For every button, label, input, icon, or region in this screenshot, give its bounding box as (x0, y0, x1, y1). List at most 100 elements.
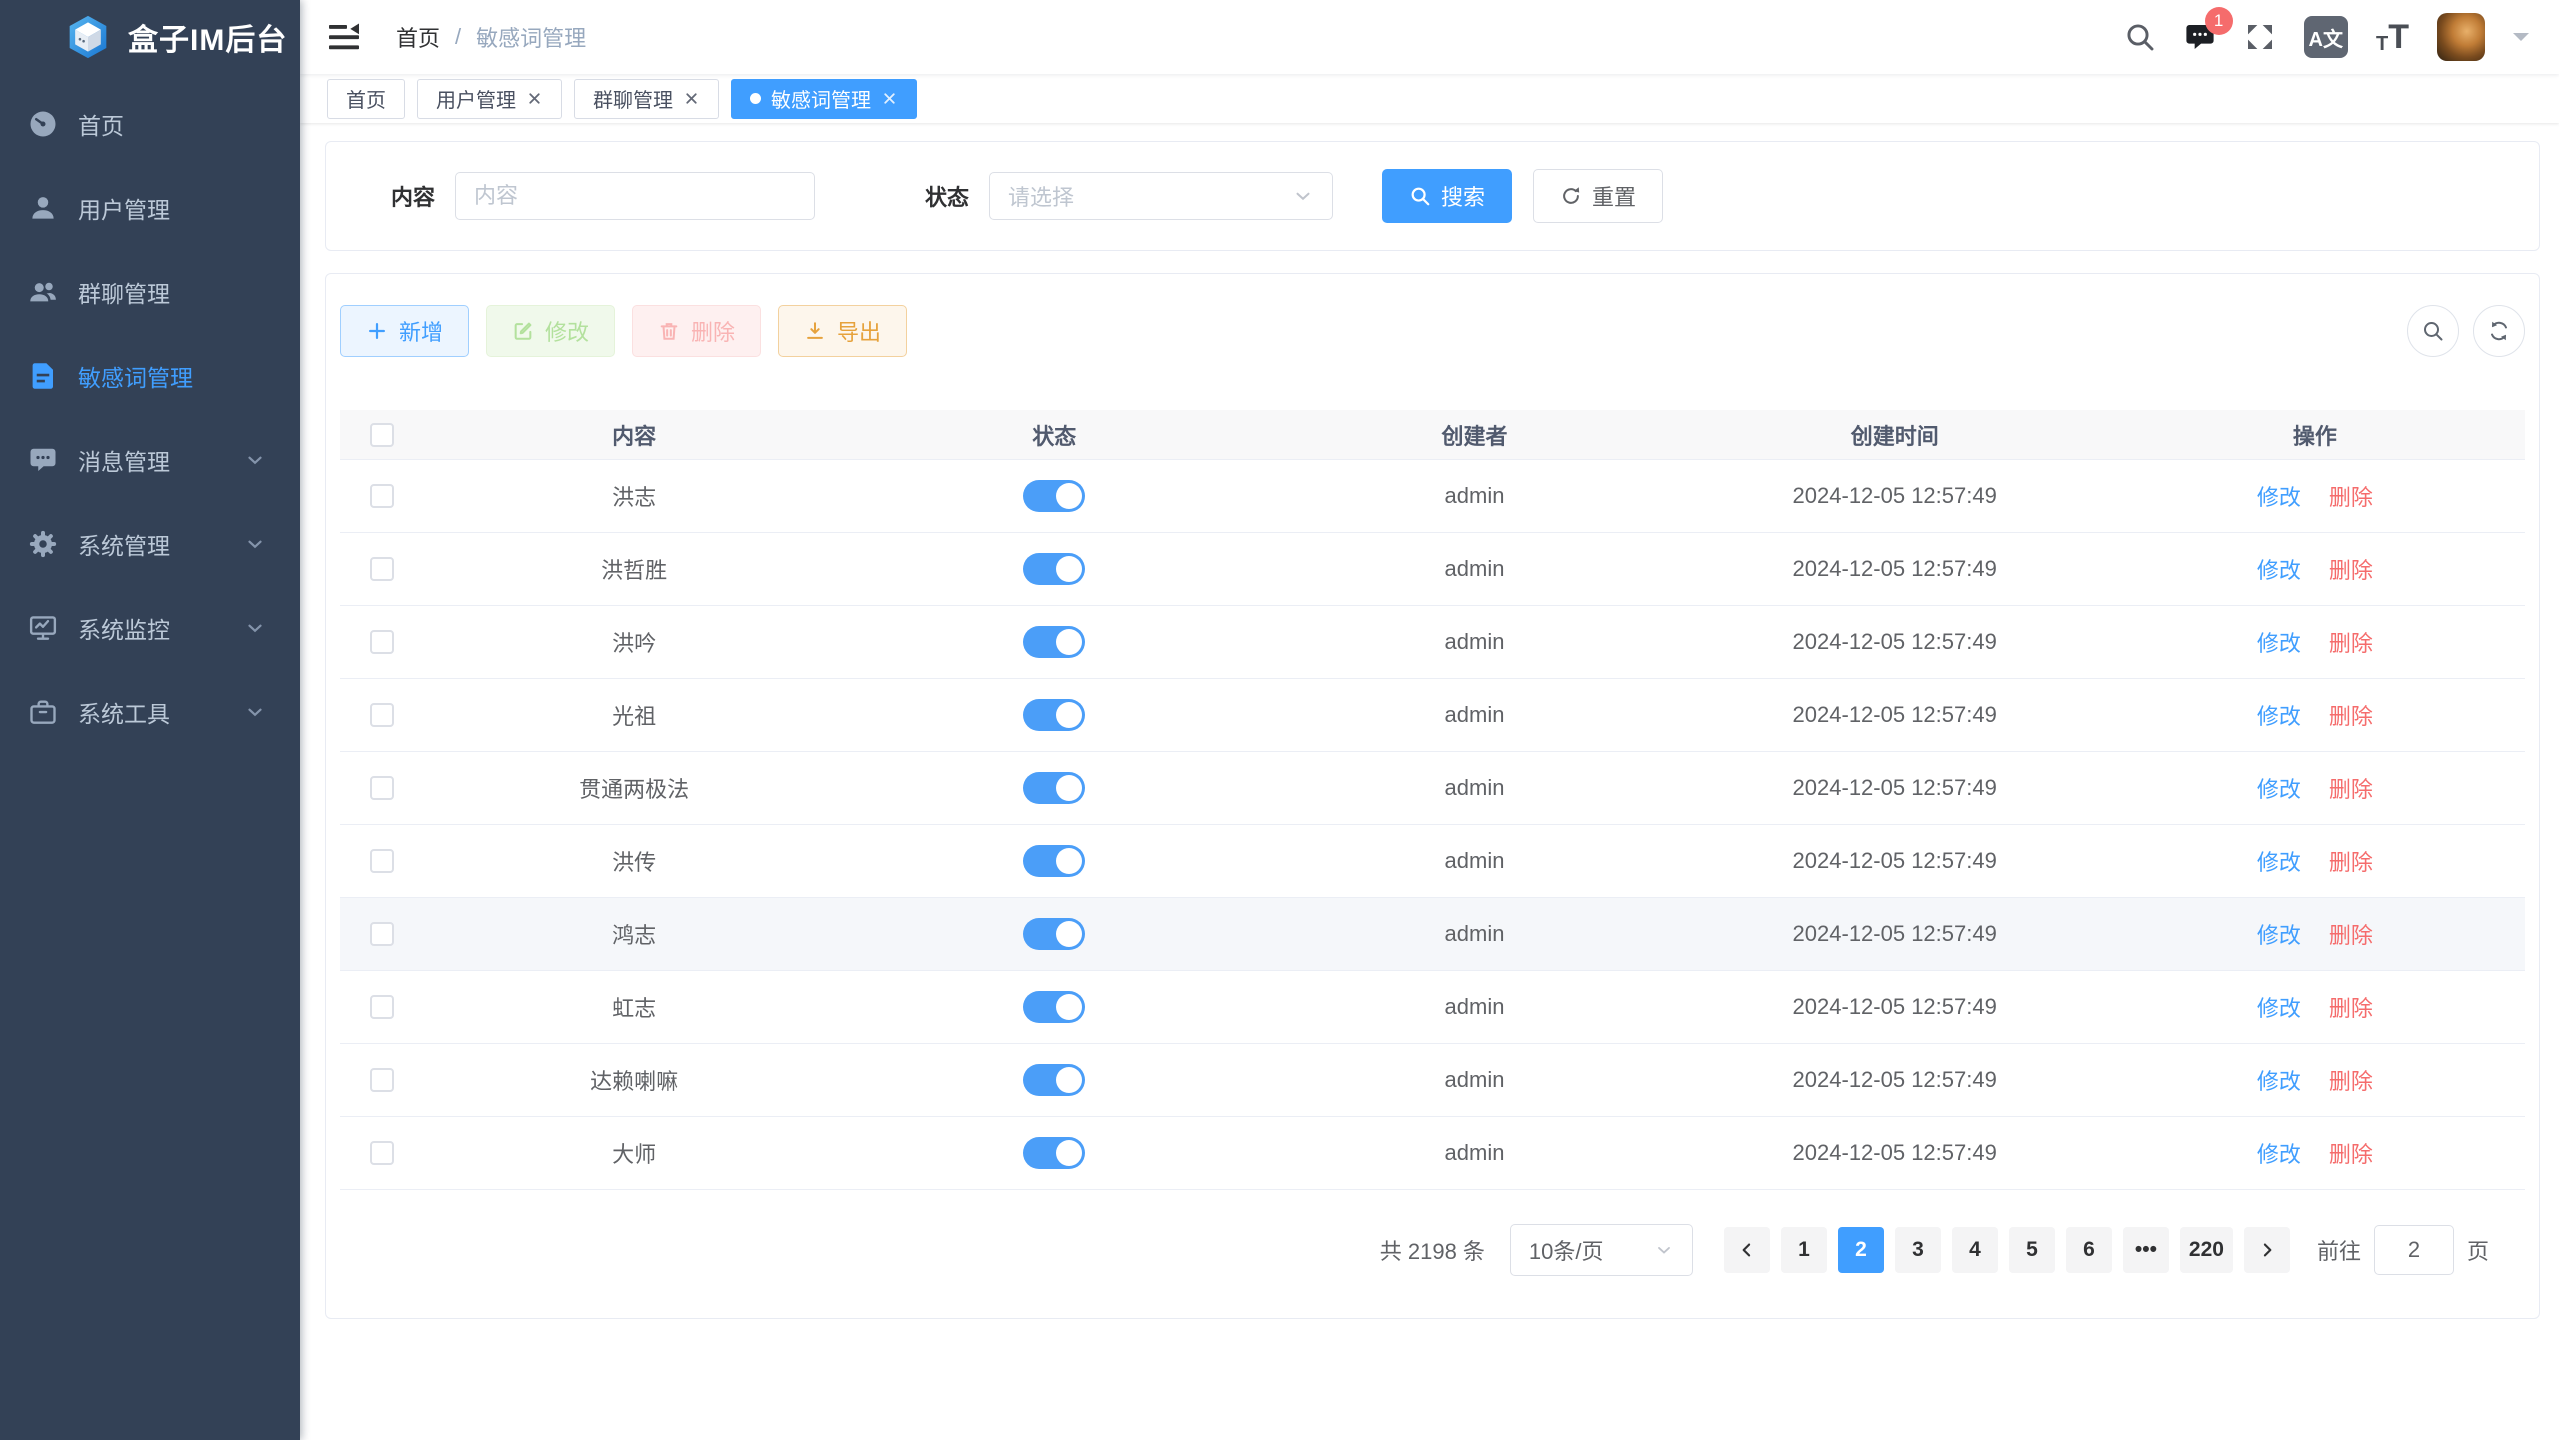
status-toggle[interactable] (1023, 772, 1085, 804)
translate-icon[interactable]: A文 (2304, 16, 2348, 58)
add-button[interactable]: 新增 (340, 305, 469, 357)
row-delete-link[interactable]: 删除 (2329, 480, 2373, 512)
row-checkbox[interactable] (370, 1068, 394, 1092)
content-filter-input[interactable] (455, 172, 815, 220)
breadcrumb-current: 敏感词管理 (476, 21, 586, 53)
export-button[interactable]: 导出 (778, 305, 907, 357)
creator-cell: admin (1264, 1140, 1684, 1166)
table-tools (2407, 305, 2525, 357)
sidebar-item-sensitive-words[interactable]: 敏感词管理 (0, 334, 300, 418)
row-edit-link[interactable]: 修改 (2257, 699, 2301, 731)
table-row: 洪吟 admin 2024-12-05 12:57:49 修改 删除 (340, 606, 2525, 679)
tab-group-management[interactable]: 群聊管理 (574, 79, 719, 119)
row-delete-link[interactable]: 删除 (2329, 553, 2373, 585)
delete-button[interactable]: 删除 (632, 305, 761, 357)
row-edit-link[interactable]: 修改 (2257, 1137, 2301, 1169)
status-toggle[interactable] (1023, 626, 1085, 658)
sidebar-item-groups[interactable]: 群聊管理 (0, 250, 300, 334)
row-checkbox[interactable] (370, 776, 394, 800)
fullscreen-icon[interactable] (2244, 21, 2276, 53)
tab-sensitive-words[interactable]: 敏感词管理 (731, 79, 917, 119)
refresh-button[interactable] (2473, 305, 2525, 357)
group-icon (28, 277, 58, 307)
close-icon[interactable] (881, 90, 898, 107)
font-size-icon[interactable]: TT (2376, 20, 2409, 54)
row-edit-link[interactable]: 修改 (2257, 626, 2301, 658)
pager-page-button[interactable]: 220 (2180, 1227, 2233, 1273)
row-edit-link[interactable]: 修改 (2257, 772, 2301, 804)
search-button[interactable]: 搜索 (1382, 169, 1512, 223)
tab-home[interactable]: 首页 (327, 79, 405, 119)
row-checkbox[interactable] (370, 922, 394, 946)
row-checkbox[interactable] (370, 849, 394, 873)
sidebar-item-messages[interactable]: 消息管理 (0, 418, 300, 502)
row-delete-link[interactable]: 删除 (2329, 991, 2373, 1023)
row-checkbox[interactable] (370, 995, 394, 1019)
row-checkbox[interactable] (370, 630, 394, 654)
row-delete-link[interactable]: 删除 (2329, 1064, 2373, 1096)
breadcrumb-home[interactable]: 首页 (396, 21, 440, 53)
status-toggle[interactable] (1023, 991, 1085, 1023)
row-edit-link[interactable]: 修改 (2257, 991, 2301, 1023)
pager-next-button[interactable] (2244, 1227, 2290, 1273)
row-edit-link[interactable]: 修改 (2257, 845, 2301, 877)
sidebar-item-label: 系统监控 (78, 611, 170, 645)
select-all-checkbox[interactable] (370, 423, 394, 447)
row-checkbox[interactable] (370, 1141, 394, 1165)
pager-more-button[interactable]: ••• (2123, 1227, 2169, 1273)
sidebar-item-system-admin[interactable]: 系统管理 (0, 502, 300, 586)
row-checkbox[interactable] (370, 484, 394, 508)
pager-prev-button[interactable] (1724, 1227, 1770, 1273)
pager-page-button[interactable]: 1 (1781, 1227, 1827, 1273)
status-toggle[interactable] (1023, 845, 1085, 877)
show-search-button[interactable] (2407, 305, 2459, 357)
row-delete-link[interactable]: 删除 (2329, 626, 2373, 658)
pager-page-button-active[interactable]: 2 (1838, 1227, 1884, 1273)
close-icon[interactable] (526, 90, 543, 107)
app-logo: 盒子IM后台 (0, 0, 300, 74)
row-edit-link[interactable]: 修改 (2257, 480, 2301, 512)
pager-page-button[interactable]: 4 (1952, 1227, 1998, 1273)
status-filter-select[interactable]: 请选择 (989, 172, 1333, 220)
sidebar-item-system-monitor[interactable]: 系统监控 (0, 586, 300, 670)
row-delete-link[interactable]: 删除 (2329, 1137, 2373, 1169)
goto-page: 前往 页 (2317, 1225, 2489, 1275)
row-delete-link[interactable]: 删除 (2329, 918, 2373, 950)
edit-button[interactable]: 修改 (486, 305, 615, 357)
status-toggle[interactable] (1023, 918, 1085, 950)
message-notifications-button[interactable]: 1 (2184, 21, 2216, 53)
status-toggle[interactable] (1023, 553, 1085, 585)
sidebar-item-users[interactable]: 用户管理 (0, 166, 300, 250)
row-checkbox[interactable] (370, 557, 394, 581)
created-cell: 2024-12-05 12:57:49 (1685, 483, 2105, 509)
user-menu-caret-icon[interactable] (2513, 33, 2529, 49)
search-icon[interactable] (2124, 21, 2156, 53)
status-toggle[interactable] (1023, 480, 1085, 512)
sidebar-item-home[interactable]: 首页 (0, 82, 300, 166)
status-toggle[interactable] (1023, 1064, 1085, 1096)
row-checkbox[interactable] (370, 703, 394, 727)
reset-button[interactable]: 重置 (1533, 169, 1663, 223)
word-cell: 贯通两极法 (424, 772, 844, 804)
row-delete-link[interactable]: 删除 (2329, 772, 2373, 804)
goto-page-input[interactable] (2374, 1225, 2454, 1275)
sidebar-collapse-icon[interactable] (326, 19, 362, 55)
row-edit-link[interactable]: 修改 (2257, 553, 2301, 585)
pager-page-button[interactable]: 5 (2009, 1227, 2055, 1273)
pager-page-button[interactable]: 3 (1895, 1227, 1941, 1273)
row-edit-link[interactable]: 修改 (2257, 1064, 2301, 1096)
page-size-select[interactable]: 10条/页 (1510, 1224, 1693, 1276)
row-delete-link[interactable]: 删除 (2329, 845, 2373, 877)
column-header: 内容 (424, 419, 844, 451)
created-cell: 2024-12-05 12:57:49 (1685, 629, 2105, 655)
row-delete-link[interactable]: 删除 (2329, 699, 2373, 731)
close-icon[interactable] (683, 90, 700, 107)
column-header: 创建者 (1264, 419, 1684, 451)
sidebar-item-system-tools[interactable]: 系统工具 (0, 670, 300, 754)
tab-user-management[interactable]: 用户管理 (417, 79, 562, 119)
status-toggle[interactable] (1023, 699, 1085, 731)
row-edit-link[interactable]: 修改 (2257, 918, 2301, 950)
pager-page-button[interactable]: 6 (2066, 1227, 2112, 1273)
status-toggle[interactable] (1023, 1137, 1085, 1169)
user-avatar[interactable] (2437, 13, 2485, 61)
